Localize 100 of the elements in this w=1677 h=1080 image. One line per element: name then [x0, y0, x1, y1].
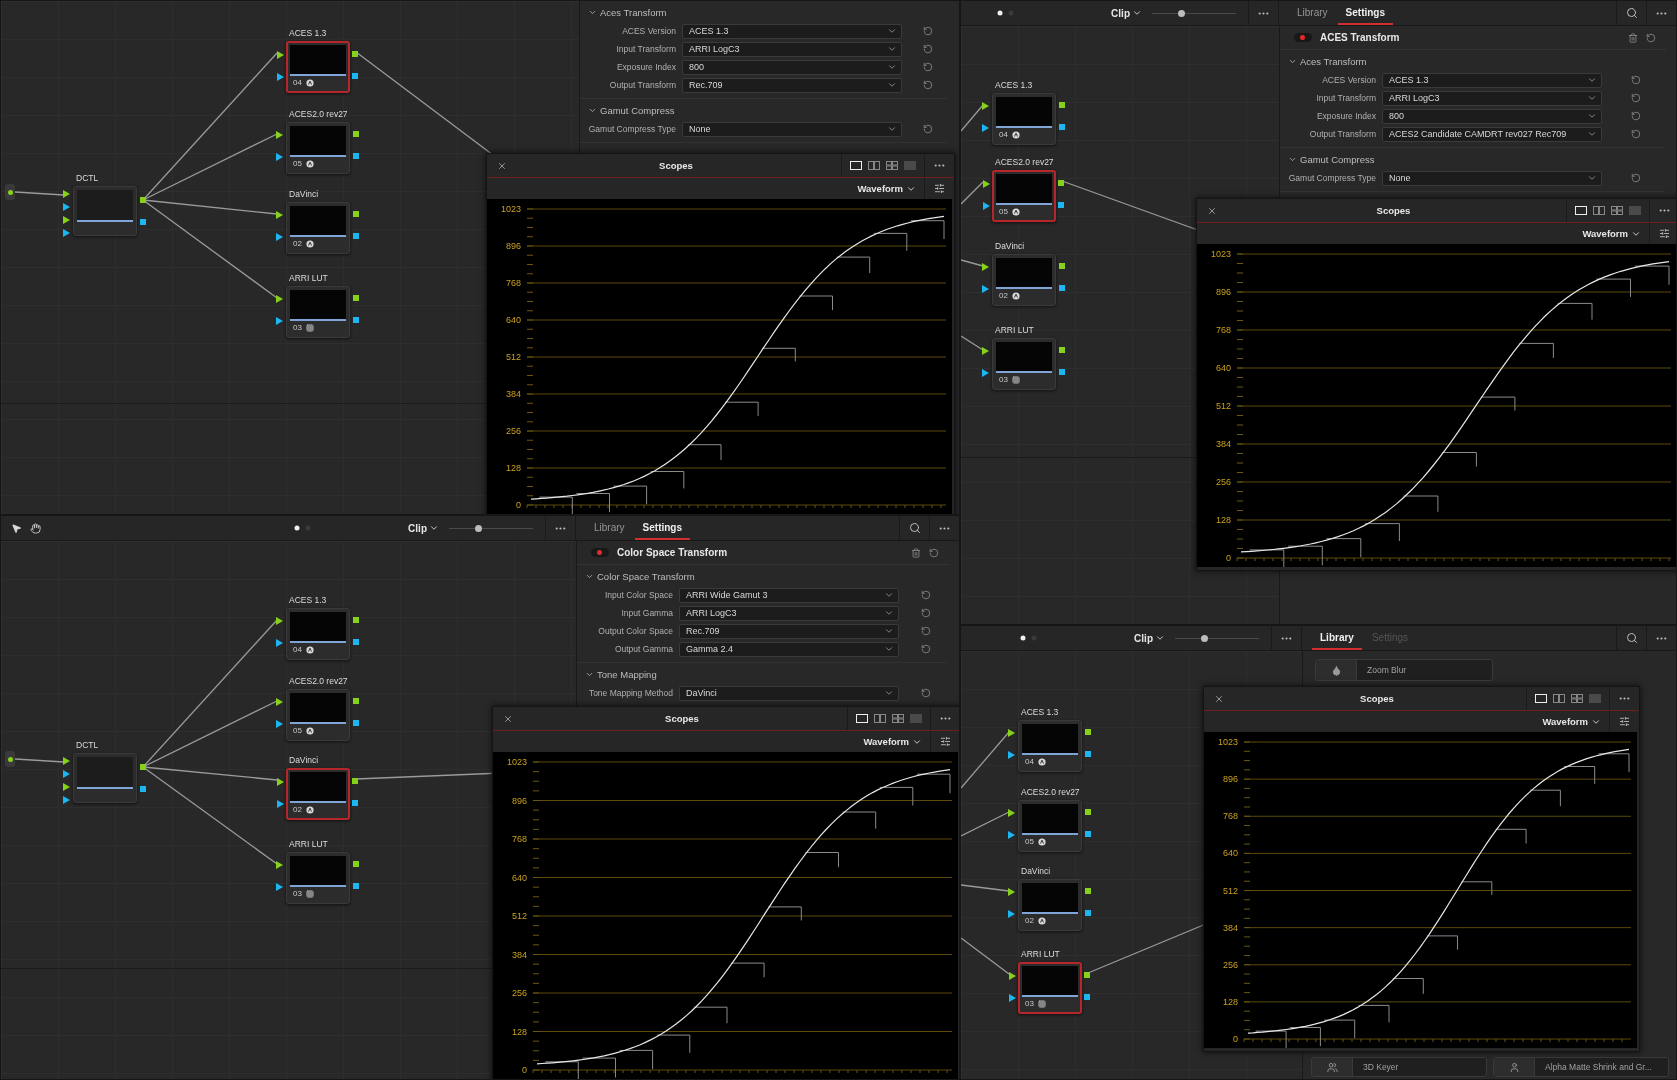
field-label: Input Gamma: [620, 608, 673, 618]
node-connection: [961, 181, 984, 205]
input-port-icon[interactable]: [1008, 751, 1015, 759]
input-port-icon[interactable]: [276, 861, 283, 869]
quad-layout-icon[interactable]: [886, 161, 898, 170]
dual-layout-icon[interactable]: [1593, 206, 1605, 215]
dual-layout-icon[interactable]: [868, 161, 880, 170]
node-number: 03: [293, 323, 302, 333]
source-node[interactable]: [5, 751, 15, 767]
window-title: Scopes: [658, 160, 694, 171]
input-port-icon[interactable]: [982, 124, 989, 132]
dropdown[interactable]: None: [682, 121, 902, 137]
effect-icon: [1011, 207, 1020, 216]
library-item[interactable]: Zoom Blur: [1315, 659, 1493, 681]
single-layout-icon[interactable]: [850, 161, 862, 170]
input-port-icon[interactable]: [1009, 994, 1016, 1002]
dual-layout-icon[interactable]: [874, 714, 886, 723]
input-port-icon[interactable]: [276, 720, 283, 728]
reset-button[interactable]: [929, 547, 939, 558]
input-port-icon[interactable]: [276, 211, 283, 219]
source-node[interactable]: [5, 184, 15, 200]
view-dropdown[interactable]: Clip: [402, 522, 445, 534]
input-port-icon[interactable]: [982, 102, 989, 110]
section-header[interactable]: Tone Mapping: [577, 665, 665, 684]
node-connection: [961, 811, 1010, 837]
input-port-icon[interactable]: [276, 317, 283, 325]
node-thumbnail: [290, 772, 346, 804]
input-port-icon[interactable]: [276, 698, 283, 706]
single-layout-icon[interactable]: [1535, 694, 1547, 703]
quad-layout-icon[interactable]: [1571, 694, 1583, 703]
sliders-icon: [940, 736, 951, 747]
effect-icon: [305, 645, 314, 654]
input-port-icon[interactable]: [1008, 910, 1015, 918]
section-header[interactable]: Aces Transform: [1280, 52, 1375, 71]
input-port-icon[interactable]: [1008, 809, 1015, 817]
section-header[interactable]: Aces Transform: [580, 3, 675, 22]
dropdown[interactable]: ACES2 Candidate CAMDRT rev027 Rec709: [1382, 126, 1602, 142]
reset-icon: [1646, 32, 1656, 43]
input-port-icon[interactable]: [983, 202, 990, 210]
view-dropdown[interactable]: Clip: [1128, 632, 1171, 644]
effect-toggle[interactable]: [1294, 33, 1312, 42]
dropdown[interactable]: ARRI LogC3: [679, 605, 899, 621]
dropdown[interactable]: ARRI Wide Gamut 3: [679, 587, 899, 603]
reset-button[interactable]: [1646, 32, 1656, 43]
scope-mode-dropdown[interactable]: Waveform: [849, 183, 924, 194]
input-port-icon[interactable]: [276, 639, 283, 647]
library-item[interactable]: 3D Keyer: [1311, 1057, 1487, 1077]
single-layout-icon[interactable]: [1575, 206, 1587, 215]
dropdown[interactable]: Gamma 2.4: [679, 641, 899, 657]
dropdown[interactable]: ACES 1.3: [1382, 72, 1602, 88]
scope-mode-dropdown[interactable]: Waveform: [855, 736, 930, 747]
node-thumbnail: [1022, 966, 1078, 998]
dropdown[interactable]: Rec.709: [682, 77, 902, 93]
input-port-icon[interactable]: [277, 800, 284, 808]
input-port-icon[interactable]: [276, 295, 283, 303]
input-port-icon[interactable]: [276, 233, 283, 241]
library-item[interactable]: Alpha Matte Shrink and Gr...: [1493, 1057, 1669, 1077]
input-port-icon[interactable]: [1009, 972, 1016, 980]
input-port-icon[interactable]: [277, 51, 284, 59]
input-port-icon[interactable]: [982, 347, 989, 355]
quad-layout-icon[interactable]: [1611, 206, 1623, 215]
dropdown[interactable]: ARRI LogC3: [682, 41, 902, 57]
dual-layout-icon[interactable]: [1553, 694, 1565, 703]
input-port-icon[interactable]: [277, 778, 284, 786]
dropdown[interactable]: 800: [682, 59, 902, 75]
section-header[interactable]: Gamut Compress: [1280, 150, 1383, 169]
input-port-icon[interactable]: [276, 131, 283, 139]
node-thumbnail: [290, 612, 346, 644]
dropdown[interactable]: 800: [1382, 108, 1602, 124]
input-port-icon[interactable]: [1008, 888, 1015, 896]
section-header[interactable]: Color Space Transform: [577, 567, 703, 586]
input-port-icon[interactable]: [277, 73, 284, 81]
dropdown[interactable]: ACES 1.3: [682, 23, 902, 39]
node-label: ACES2.0 rev27: [1020, 787, 1081, 799]
dropdown[interactable]: None: [1382, 170, 1602, 186]
delete-button[interactable]: [1628, 32, 1638, 43]
dropdown[interactable]: ARRI LogC3: [1382, 90, 1602, 106]
scope-mode-dropdown[interactable]: Waveform: [1574, 228, 1649, 239]
input-port-icon[interactable]: [276, 617, 283, 625]
delete-button[interactable]: [911, 547, 921, 558]
input-port-icon[interactable]: [1008, 831, 1015, 839]
input-port-icon[interactable]: [982, 369, 989, 377]
single-layout-icon[interactable]: [856, 714, 868, 723]
view-dropdown[interactable]: Clip: [1105, 7, 1148, 19]
input-port-icon[interactable]: [983, 180, 990, 188]
field-label: Exposure Index: [615, 62, 676, 72]
panel-tab[interactable]: Library: [1289, 1, 1336, 25]
axis-label: 640: [1222, 848, 1238, 859]
input-port-icon[interactable]: [276, 883, 283, 891]
dropdown[interactable]: Rec.709: [679, 623, 899, 639]
effect-toggle[interactable]: [591, 548, 609, 557]
panel-tab[interactable]: Library: [586, 516, 633, 540]
input-port-icon[interactable]: [982, 263, 989, 271]
scope-mode-dropdown[interactable]: Waveform: [1534, 716, 1609, 727]
input-port-icon[interactable]: [1008, 729, 1015, 737]
quad-layout-icon[interactable]: [892, 714, 904, 723]
input-port-icon[interactable]: [982, 285, 989, 293]
section-header[interactable]: Gamut Compress: [580, 101, 683, 120]
dropdown[interactable]: DaVinci: [679, 685, 899, 701]
input-port-icon[interactable]: [276, 153, 283, 161]
